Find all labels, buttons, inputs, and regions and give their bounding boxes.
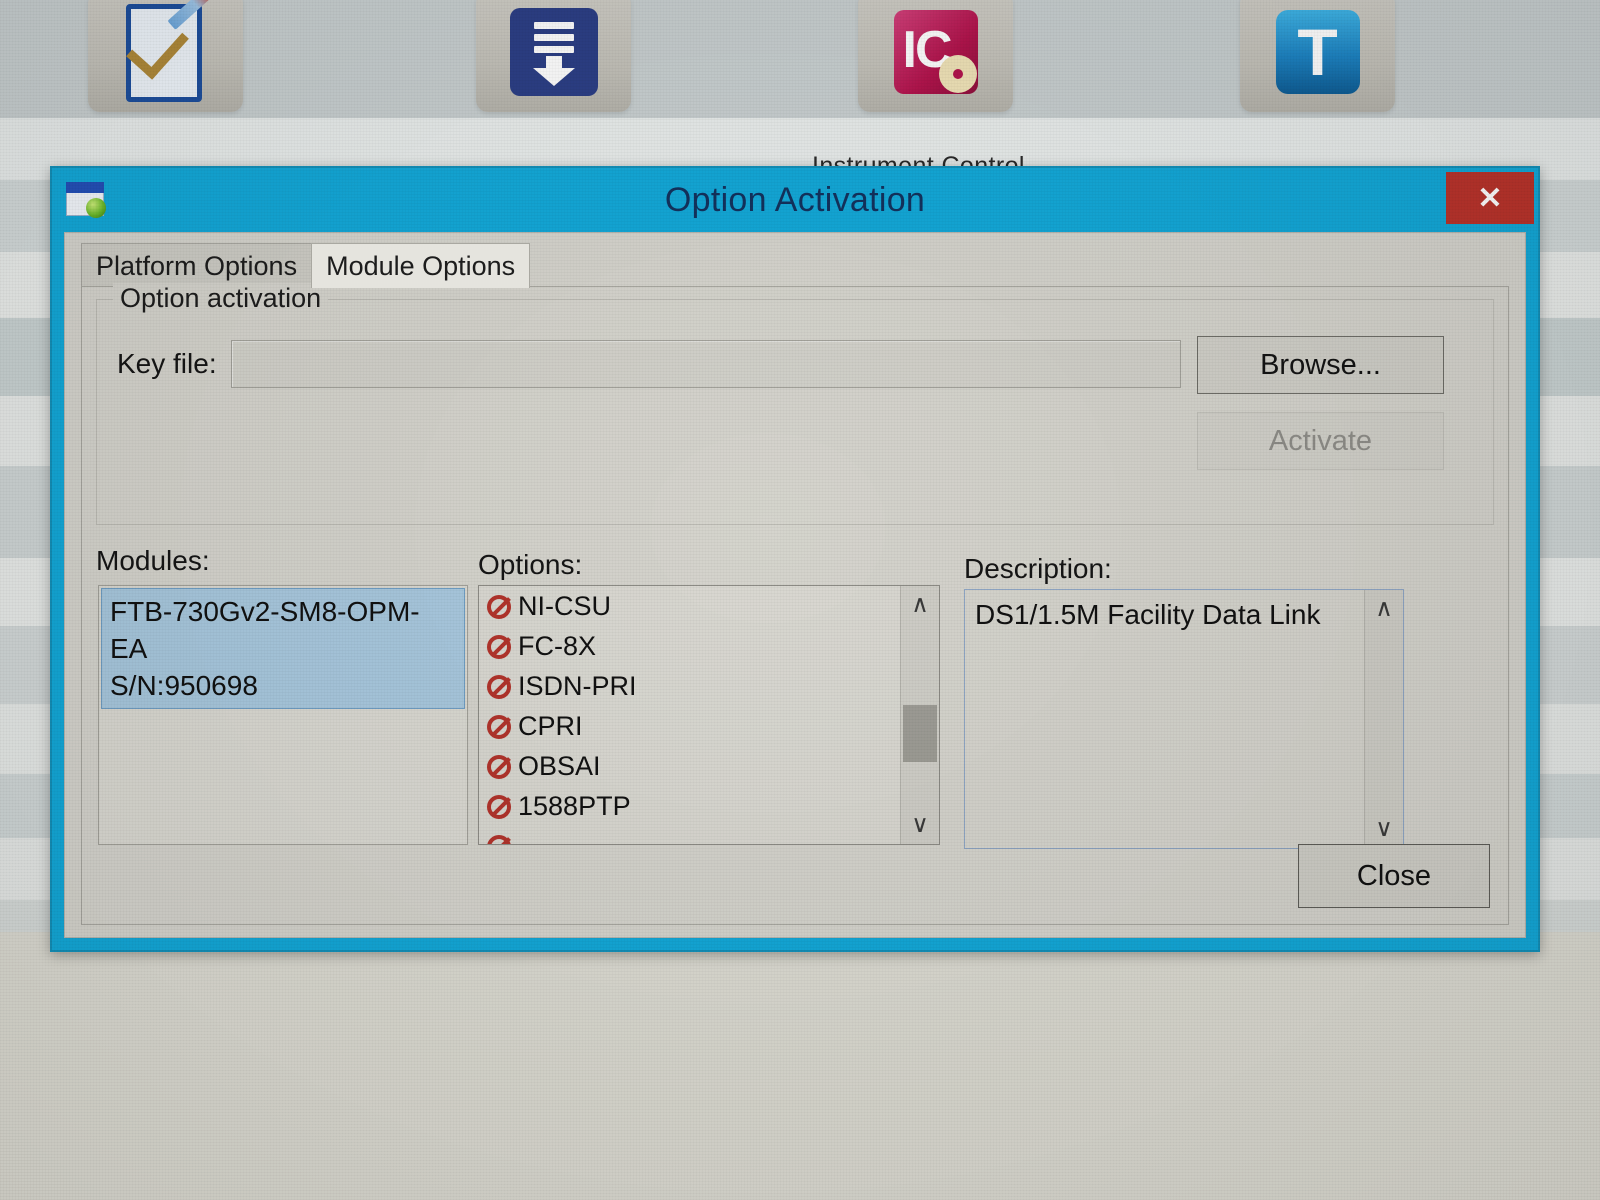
dialog-title-bar[interactable]: Option Activation ✕ xyxy=(52,168,1538,232)
key-file-label: Key file: xyxy=(117,348,217,379)
dialog-body: Platform Options Module Options Option a… xyxy=(64,232,1526,938)
list-item-partial[interactable] xyxy=(479,826,939,844)
gear-icon xyxy=(943,60,972,88)
description-label: Description: xyxy=(964,553,1112,584)
key-file-input[interactable] xyxy=(231,340,1181,388)
tab-bar: Platform Options Module Options xyxy=(81,243,531,288)
modules-label: Modules: xyxy=(96,545,210,576)
list-item[interactable]: FC-8X xyxy=(479,626,939,666)
instrument-control-icon: IC xyxy=(890,6,982,98)
not-activated-icon xyxy=(487,715,511,739)
option-label: 1588PTP xyxy=(518,791,631,821)
option-label: ISDN-PRI xyxy=(518,671,637,701)
modules-list[interactable]: FTB-730Gv2-SM8-OPM-EA S/N:950698 xyxy=(98,585,468,845)
toolbox-t-icon-label: T xyxy=(1297,15,1338,89)
not-activated-icon xyxy=(487,675,511,699)
list-item[interactable]: CPRI xyxy=(479,706,939,746)
options-scrollbar[interactable]: ∧ ∨ xyxy=(900,586,939,844)
list-item[interactable]: NI-CSU xyxy=(479,586,939,626)
option-label: OBSAI xyxy=(518,751,601,781)
list-item[interactable]: 1588PTP xyxy=(479,786,939,826)
tab-module-options[interactable]: Module Options xyxy=(311,243,531,288)
dialog-title: Option Activation xyxy=(664,181,926,219)
scroll-down-icon[interactable]: ∨ xyxy=(901,806,939,844)
scrollbar-thumb[interactable] xyxy=(903,705,937,762)
list-item[interactable]: FTB-730Gv2-SM8-OPM-EA S/N:950698 xyxy=(101,588,465,709)
close-button[interactable]: Close xyxy=(1298,844,1490,908)
module-name: FTB-730Gv2-SM8-OPM-EA xyxy=(110,596,420,664)
options-label: Options: xyxy=(478,549,583,580)
option-activation-group: Option activation Key file: Browse... Ac… xyxy=(96,283,1494,525)
tab-platform-options[interactable]: Platform Options xyxy=(81,243,313,288)
not-activated-icon xyxy=(487,595,511,619)
option-label: FC-8X xyxy=(518,631,597,661)
not-activated-icon xyxy=(487,635,511,659)
close-icon[interactable]: ✕ xyxy=(1446,172,1534,224)
scroll-up-icon[interactable]: ∧ xyxy=(901,586,939,624)
option-label: CPRI xyxy=(518,711,583,741)
option-activation-dialog: Option Activation ✕ Platform Options Mod… xyxy=(50,166,1540,952)
not-activated-icon xyxy=(487,835,511,844)
browse-button[interactable]: Browse... xyxy=(1197,336,1444,394)
scroll-down-icon[interactable]: ∨ xyxy=(1365,810,1403,848)
toolbox-t-icon: T xyxy=(1272,6,1364,98)
description-scrollbar[interactable]: ∧ ∨ xyxy=(1364,590,1403,848)
not-activated-icon xyxy=(487,755,511,779)
application-toolbar: IC T xyxy=(0,0,1600,120)
activate-button: Activate xyxy=(1197,412,1444,470)
description-box[interactable]: DS1/1.5M Facility Data Link ∧ ∨ xyxy=(964,589,1404,849)
module-serial: S/N:950698 xyxy=(110,670,258,701)
download-update-icon xyxy=(508,6,600,98)
toolbar-button-download[interactable] xyxy=(476,0,631,112)
toolbar-button-instrument-control[interactable]: IC xyxy=(858,0,1013,112)
toolbar-button-toolbox[interactable]: T xyxy=(1240,0,1395,112)
not-activated-icon xyxy=(487,795,511,819)
module-options-panel: Option activation Key file: Browse... Ac… xyxy=(81,283,1509,925)
options-list[interactable]: NI-CSU FC-8X ISDN-PRI CPRI OBSAI 1588PTP xyxy=(478,585,940,845)
group-legend: Option activation xyxy=(113,283,329,314)
option-label: NI-CSU xyxy=(518,591,611,621)
list-item[interactable]: ISDN-PRI xyxy=(479,666,939,706)
scroll-up-icon[interactable]: ∧ xyxy=(1365,590,1403,628)
toolbar-button-checklist[interactable] xyxy=(88,0,243,112)
list-item[interactable]: OBSAI xyxy=(479,746,939,786)
checklist-pencil-icon xyxy=(120,0,219,102)
description-text: DS1/1.5M Facility Data Link xyxy=(975,599,1321,630)
